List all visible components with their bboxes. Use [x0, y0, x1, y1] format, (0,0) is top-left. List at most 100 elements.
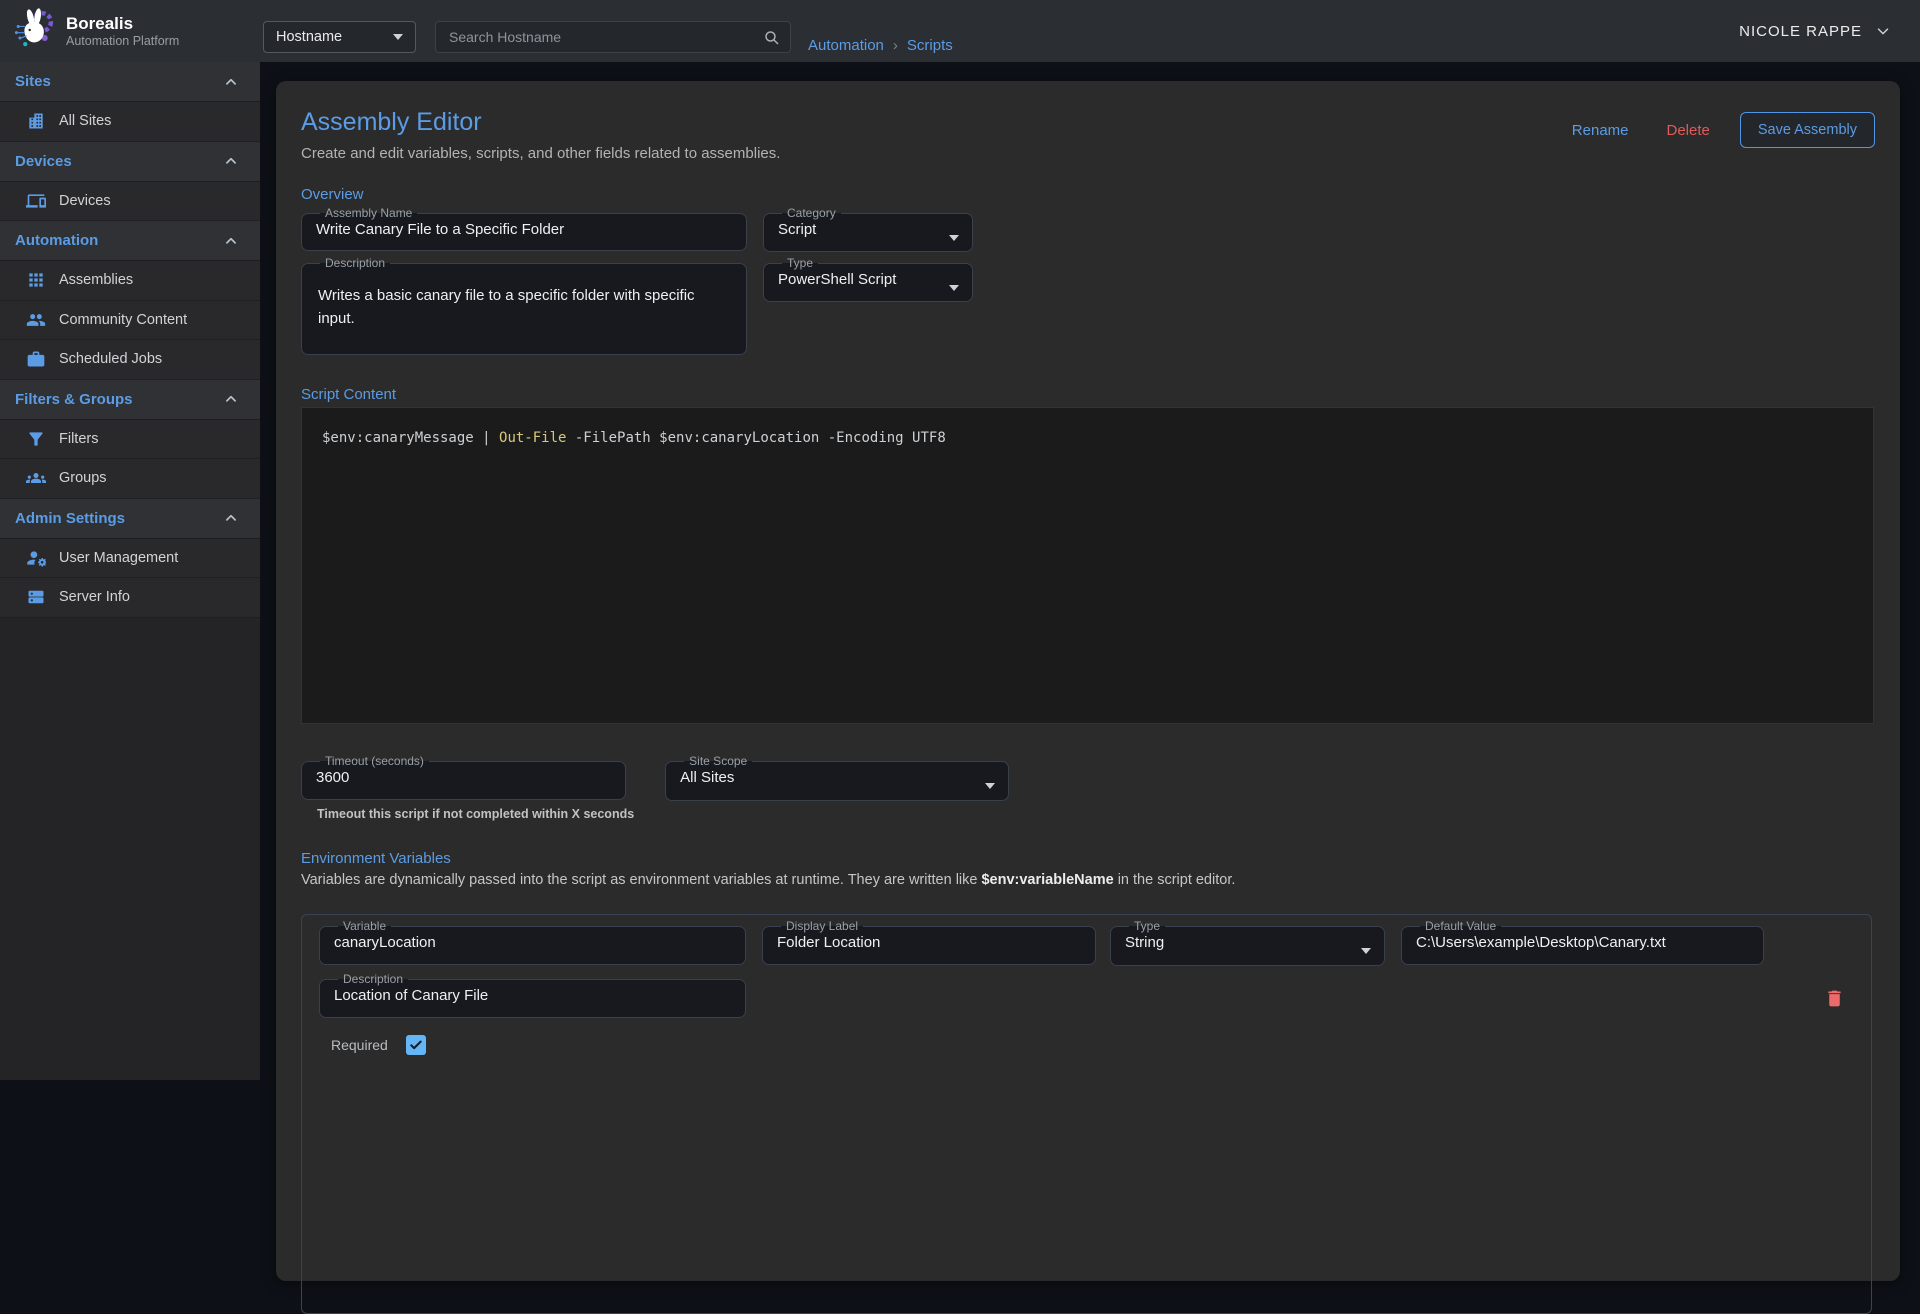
sidebar-item-assemblies[interactable]: Assemblies [0, 261, 260, 301]
sidebar-section-label: Filters & Groups [15, 391, 222, 408]
variable-name-value[interactable]: canaryLocation [332, 933, 733, 951]
env-desc-suffix: in the script editor. [1114, 872, 1236, 888]
sidebar-item-groups[interactable]: Groups [0, 459, 260, 499]
variable-row-1: Variable canaryLocation Display Label Fo… [319, 920, 1854, 966]
type-select[interactable]: Type PowerShell Script [763, 257, 973, 302]
description-field[interactable]: Description Writes a basic canary file t… [301, 257, 747, 355]
delete-button[interactable]: Delete [1653, 114, 1724, 147]
sidebar-item-scheduled-jobs[interactable]: Scheduled Jobs [0, 340, 260, 380]
card-header: Assembly Editor Create and edit variable… [301, 108, 1875, 162]
assembly-name-label: Assembly Name [320, 207, 417, 220]
default-value-value[interactable]: C:\Users\example\Desktop\Canary.txt [1414, 933, 1751, 951]
variable-type-value: String [1123, 933, 1372, 951]
hostname-select-value: Hostname [276, 29, 393, 45]
timeout-value[interactable]: 3600 [314, 768, 613, 786]
variable-description-value[interactable]: Location of Canary File [332, 986, 733, 1004]
display-label-field[interactable]: Display Label Folder Location [762, 920, 1096, 965]
sidebar-section-automation[interactable]: Automation [0, 221, 260, 261]
variable-type-select[interactable]: Type String [1110, 920, 1385, 966]
dropdown-caret-icon [393, 34, 403, 40]
timeout-block: Timeout (seconds) 3600 Timeout this scri… [301, 755, 634, 821]
save-assembly-button[interactable]: Save Assembly [1740, 112, 1875, 148]
title-block: Assembly Editor Create and edit variable… [301, 108, 780, 162]
variable-name-field[interactable]: Variable canaryLocation [319, 920, 746, 965]
breadcrumb-separator: › [893, 37, 898, 54]
variable-row-2: Description Location of Canary File [319, 973, 1854, 1018]
env-desc-prefix: Variables are dynamically passed into th… [301, 872, 981, 888]
groups-icon [26, 468, 46, 488]
environment-description: Variables are dynamically passed into th… [301, 872, 1875, 888]
display-label-value[interactable]: Folder Location [775, 933, 1083, 951]
site-scope-label: Site Scope [684, 755, 752, 768]
dropdown-caret-icon [1361, 948, 1371, 954]
default-value-field[interactable]: Default Value C:\Users\example\Desktop\C… [1401, 920, 1764, 965]
delete-variable-button[interactable] [1824, 988, 1845, 1012]
breadcrumb: Automation › Scripts [808, 37, 953, 54]
chevron-up-icon [222, 152, 240, 170]
search-icon [763, 29, 781, 52]
variable-description-label: Description [338, 973, 408, 986]
chevron-up-icon [222, 73, 240, 91]
breadcrumb-automation[interactable]: Automation [808, 37, 884, 54]
timeout-label: Timeout (seconds) [320, 755, 429, 768]
brand-name: Borealis [66, 14, 179, 34]
sidebar-section-admin-settings[interactable]: Admin Settings [0, 499, 260, 539]
sidebar: SitesAll SitesDevicesDevicesAutomationAs… [0, 62, 260, 1080]
script-code-line: $env:canaryMessage | Out-File -FilePath … [322, 428, 1853, 448]
category-select[interactable]: Category Script [763, 207, 973, 252]
search-input[interactable] [436, 22, 790, 52]
sidebar-section-label: Automation [15, 232, 222, 249]
overview-row-2: Description Writes a basic canary file t… [301, 257, 1875, 355]
display-label-label: Display Label [781, 920, 863, 933]
brand-tagline: Automation Platform [66, 34, 179, 49]
user-menu[interactable]: NICOLE RAPPE [1739, 0, 1892, 62]
dropdown-caret-icon [949, 235, 959, 241]
sidebar-section-devices[interactable]: Devices [0, 142, 260, 182]
dropdown-caret-icon [949, 285, 959, 291]
breadcrumb-scripts[interactable]: Scripts [907, 37, 953, 54]
sidebar-item-server-info[interactable]: Server Info [0, 578, 260, 618]
main-content: Assembly Editor Create and edit variable… [260, 62, 1920, 1080]
sidebar-item-all-sites[interactable]: All Sites [0, 102, 260, 142]
sidebar-item-community-content[interactable]: Community Content [0, 301, 260, 341]
description-value[interactable]: Writes a basic canary file to a specific… [314, 270, 734, 330]
default-value-label: Default Value [1420, 920, 1501, 933]
category-label: Category [782, 207, 841, 220]
sidebar-section-label: Sites [15, 73, 222, 90]
timeout-row: Timeout (seconds) 3600 Timeout this scri… [301, 755, 1875, 821]
sidebar-item-filters[interactable]: Filters [0, 420, 260, 460]
filter-icon [26, 429, 46, 449]
community-icon [26, 310, 46, 330]
hostname-select[interactable]: Hostname [263, 21, 416, 53]
timeout-field[interactable]: Timeout (seconds) 3600 [301, 755, 626, 800]
category-value: Script [776, 220, 960, 238]
assembly-name-field[interactable]: Assembly Name Write Canary File to a Spe… [301, 207, 747, 251]
site-scope-select[interactable]: Site Scope All Sites [665, 755, 1009, 801]
apps-grid-icon [26, 270, 46, 290]
type-label: Type [782, 257, 818, 270]
sidebar-item-devices[interactable]: Devices [0, 182, 260, 222]
devices-icon [26, 191, 46, 211]
required-checkbox[interactable] [406, 1035, 426, 1055]
timeout-helper-text: Timeout this script if not completed wit… [317, 807, 634, 821]
script-section-label: Script Content [301, 386, 1875, 403]
server-icon [26, 587, 46, 607]
page-title: Assembly Editor [301, 108, 780, 137]
search-box [435, 21, 791, 53]
sidebar-section-sites[interactable]: Sites [0, 62, 260, 102]
script-content-editor[interactable]: $env:canaryMessage | Out-File -FilePath … [301, 407, 1874, 724]
description-label: Description [320, 257, 390, 270]
rename-button[interactable]: Rename [1558, 114, 1643, 147]
top-bar: Borealis Automation Platform Hostname Au… [0, 0, 1920, 62]
type-value: PowerShell Script [776, 270, 960, 288]
variable-description-field[interactable]: Description Location of Canary File [319, 973, 746, 1018]
user-name: NICOLE RAPPE [1739, 23, 1862, 40]
required-label: Required [331, 1037, 388, 1053]
sidebar-section-filters-groups[interactable]: Filters & Groups [0, 380, 260, 420]
env-desc-code: $env:variableName [981, 872, 1113, 888]
sidebar-item-user-management[interactable]: User Management [0, 539, 260, 579]
environment-section-label: Environment Variables [301, 850, 1875, 867]
assembly-name-value[interactable]: Write Canary File to a Specific Folder [314, 220, 734, 238]
overview-section-label: Overview [301, 186, 1875, 203]
chevron-up-icon [222, 509, 240, 527]
